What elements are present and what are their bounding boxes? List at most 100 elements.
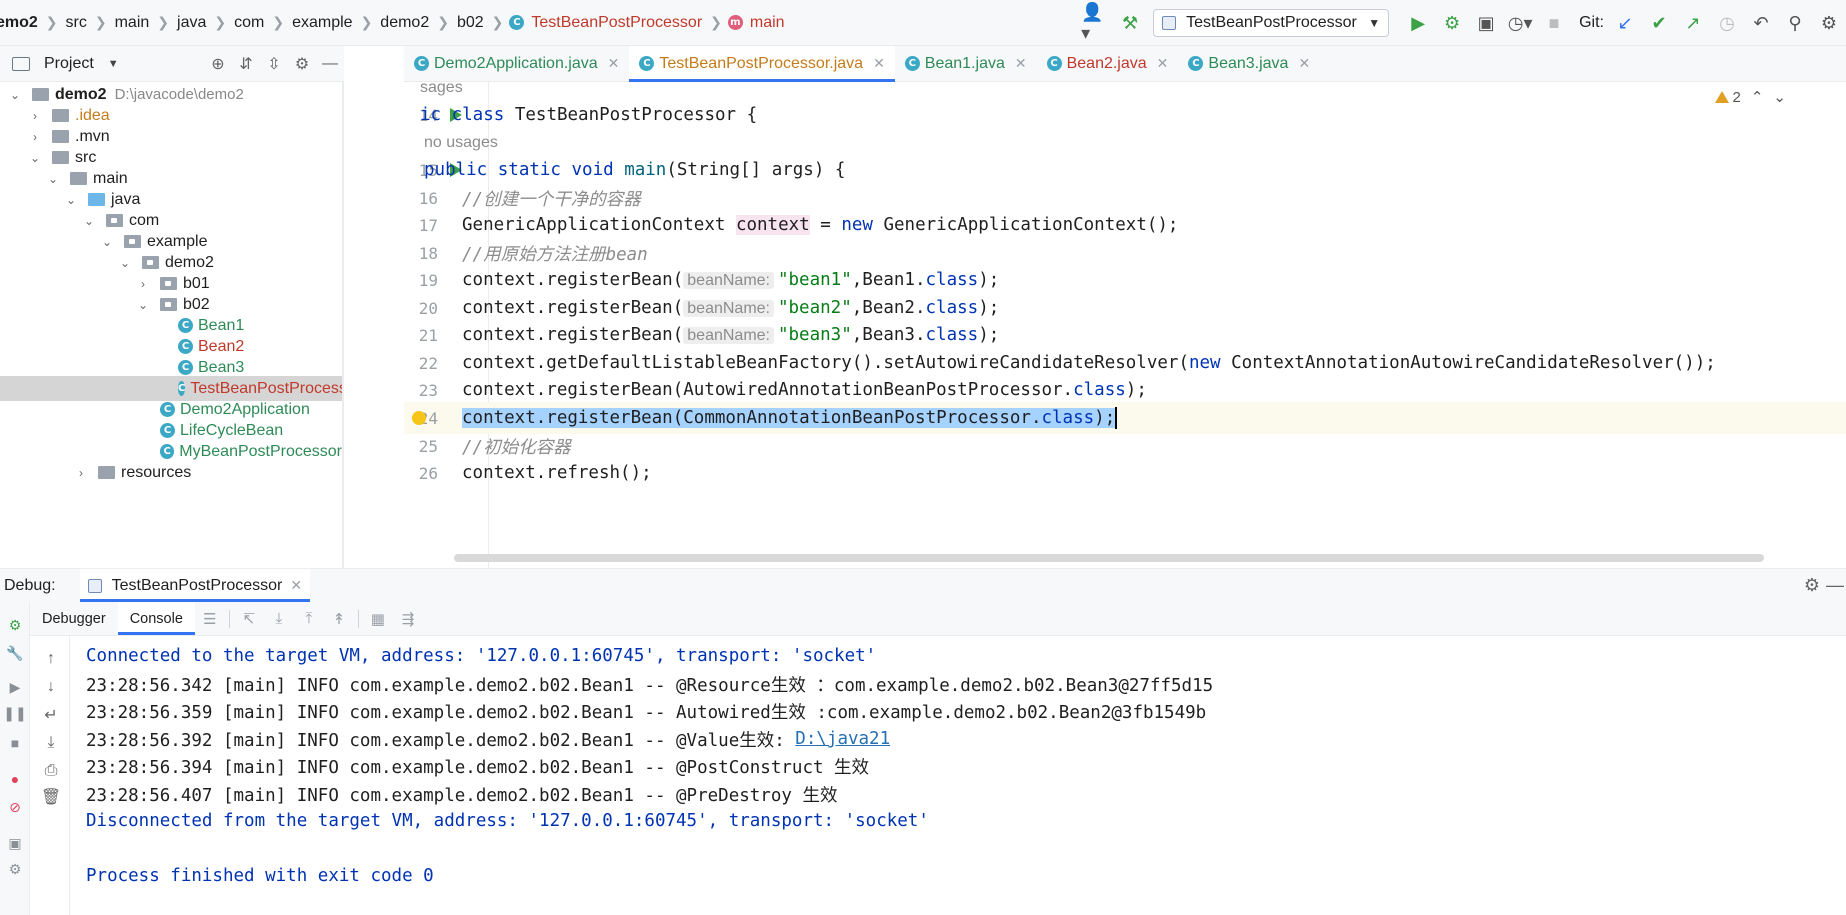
git-commit-icon[interactable]: ✔ — [1644, 8, 1674, 38]
chevron-down-icon[interactable]: ⌄ — [8, 88, 22, 102]
user-icon[interactable]: 👤▾ — [1081, 2, 1111, 43]
editor-horizontal-scrollbar[interactable] — [454, 554, 1764, 562]
view-breakpoints-icon[interactable]: ● — [6, 770, 24, 788]
breadcrumb-item-src[interactable]: src — [64, 14, 89, 32]
folder-icon — [52, 130, 69, 143]
breadcrumb-item-project[interactable]: emo2 — [0, 14, 40, 32]
settings-icon[interactable]: ⚙ — [1814, 8, 1844, 38]
line-number: 18 — [418, 243, 438, 263]
resume-icon[interactable]: ▶ — [6, 678, 24, 696]
chevron-down-icon[interactable]: ⌄ — [28, 151, 42, 165]
tab-bean1[interactable]: C Bean1.java ✕ — [895, 46, 1037, 81]
chevron-down-icon[interactable]: ⌄ — [118, 256, 132, 270]
build-hammer-icon[interactable]: ⚒ — [1115, 8, 1145, 38]
chevron-down-icon[interactable]: ⌄ — [136, 298, 150, 312]
breadcrumb-item-java[interactable]: java — [175, 14, 208, 32]
breadcrumb-item-demo2[interactable]: demo2 — [378, 14, 431, 32]
chevron-down-icon[interactable]: ⌄ — [46, 172, 60, 186]
chevron-down-icon[interactable]: ⌄ — [64, 193, 78, 207]
breadcrumb-item-method[interactable]: m main — [727, 14, 787, 32]
tab-console[interactable]: Console — [117, 602, 196, 635]
code-editor[interactable]: 2 ⌃ ⌄ sages 14 ic class TestBeanPostProc… — [404, 82, 1846, 568]
project-panel-title[interactable]: Project — [44, 55, 94, 73]
lightbulb-icon[interactable] — [412, 411, 426, 425]
evaluate-expression-icon[interactable]: ▦ — [363, 610, 393, 628]
print-icon[interactable]: ⎙ — [40, 760, 62, 782]
chevron-down-icon[interactable]: ⌄ — [100, 235, 114, 249]
chevron-down-icon[interactable]: ▼ — [108, 58, 119, 70]
close-icon[interactable]: ✕ — [608, 55, 620, 72]
show-execution-point-icon[interactable]: ↸ — [234, 610, 264, 628]
breadcrumb-item-example[interactable]: example — [290, 14, 354, 32]
breadcrumb-item-class[interactable]: C TestBeanPostProcessor — [509, 14, 704, 32]
chevron-right-icon[interactable]: › — [28, 109, 42, 123]
profile-icon[interactable]: ◷▾ — [1505, 8, 1535, 38]
search-icon[interactable]: ⚲ — [1780, 8, 1810, 38]
trash-icon[interactable]: 🗑 — [40, 786, 62, 808]
run-icon[interactable]: ▶ — [1403, 8, 1433, 38]
rollback-icon[interactable]: ↶ — [1746, 8, 1776, 38]
close-icon[interactable]: ✕ — [873, 55, 885, 72]
scroll-to-end-icon[interactable]: ⤓ — [40, 732, 62, 754]
console-output[interactable]: Connected to the target VM, address: '12… — [71, 636, 1846, 915]
stop-icon[interactable]: ■ — [1539, 8, 1569, 38]
usages-hint[interactable]: sages — [420, 82, 463, 97]
debug-bug-icon[interactable]: ⚙ — [1437, 8, 1467, 38]
usages-hint[interactable]: no usages — [424, 134, 498, 152]
menu-icon[interactable]: ☰ — [195, 610, 225, 628]
folder-icon — [52, 109, 69, 122]
chevron-down-icon[interactable]: ⌄ — [82, 214, 96, 228]
chevron-right-icon[interactable]: › — [74, 466, 88, 480]
step-into-icon[interactable]: ⤒ — [294, 610, 324, 627]
collapse-all-icon[interactable]: ⇳ — [260, 54, 288, 74]
gear-icon[interactable]: ⚙ — [1804, 575, 1820, 596]
wrench-icon[interactable]: 🔧 — [6, 644, 24, 662]
settings-icon[interactable]: ⚙ — [6, 860, 24, 878]
trace-icon[interactable]: ⇶ — [393, 610, 423, 628]
close-icon[interactable]: ✕ — [1298, 55, 1310, 72]
tab-bean3[interactable]: C Bean3.java ✕ — [1178, 46, 1320, 81]
project-tree: ⌄ demo2 D:\javacode\demo2 › .idea › .mvn… — [0, 82, 342, 568]
locate-icon[interactable]: ⊕ — [204, 54, 232, 74]
package-icon — [160, 298, 177, 311]
chevron-right-icon[interactable]: › — [28, 130, 42, 144]
gear-icon[interactable]: ⚙ — [288, 54, 316, 74]
rerun-debug-icon[interactable]: ⚙ — [6, 616, 24, 634]
expand-all-icon[interactable]: ⇵ — [232, 54, 260, 74]
close-icon[interactable]: ✕ — [1157, 55, 1169, 72]
debug-session-tab[interactable]: TestBeanPostProcessor ✕ — [79, 569, 311, 602]
step-over-icon[interactable]: ⤓ — [264, 610, 294, 627]
arrow-up-icon[interactable]: ↑ — [40, 648, 62, 670]
history-icon[interactable]: ◷ — [1712, 8, 1742, 38]
package-icon — [160, 277, 177, 290]
minimize-icon[interactable]: — — [1826, 575, 1844, 596]
console-path-link[interactable]: D:\java21 — [795, 729, 890, 749]
breadcrumb-item-b02[interactable]: b02 — [455, 14, 486, 32]
tree-item-resources[interactable]: › resources — [0, 460, 342, 485]
arrow-down-icon[interactable]: ↓ — [40, 676, 62, 698]
pause-icon[interactable]: ❚❚ — [3, 704, 26, 722]
git-update-icon[interactable]: ↙ — [1610, 8, 1640, 38]
chevron-right-icon: ❯ — [272, 14, 285, 30]
tab-bean2[interactable]: C Bean2.java ✕ — [1037, 46, 1179, 81]
tab-testbeanpostprocessor[interactable]: C TestBeanPostProcessor.java ✕ — [629, 46, 896, 82]
breadcrumb-item-com[interactable]: com — [232, 14, 266, 32]
camera-icon[interactable]: ▣ — [6, 834, 24, 852]
tab-demo2application[interactable]: C Demo2Application.java ✕ — [404, 46, 629, 81]
coverage-icon[interactable]: ▣ — [1471, 8, 1501, 38]
step-out-icon[interactable]: ↟ — [324, 610, 354, 628]
run-configuration-select[interactable]: TestBeanPostProcessor ▼ — [1153, 9, 1390, 37]
project-panel-tools: ⊕ ⇵ ⇳ ⚙ — — [204, 54, 344, 74]
close-icon[interactable]: ✕ — [1015, 55, 1027, 72]
soft-wrap-icon[interactable]: ↵ — [40, 704, 62, 726]
git-push-icon[interactable]: ↗ — [1678, 8, 1708, 38]
minimize-icon[interactable]: — — [316, 55, 344, 73]
tab-debugger[interactable]: Debugger — [30, 602, 118, 635]
chevron-right-icon[interactable]: › — [136, 277, 150, 291]
project-tree-scrollbar[interactable] — [342, 82, 344, 568]
stop-icon[interactable]: ■ — [6, 734, 24, 752]
console-line: 23:28:56.342 [main] INFO com.example.dem… — [86, 675, 1214, 696]
mute-breakpoints-icon[interactable]: ⊘ — [6, 798, 24, 816]
breadcrumb-item-main[interactable]: main — [113, 14, 152, 32]
close-icon[interactable]: ✕ — [290, 577, 302, 594]
